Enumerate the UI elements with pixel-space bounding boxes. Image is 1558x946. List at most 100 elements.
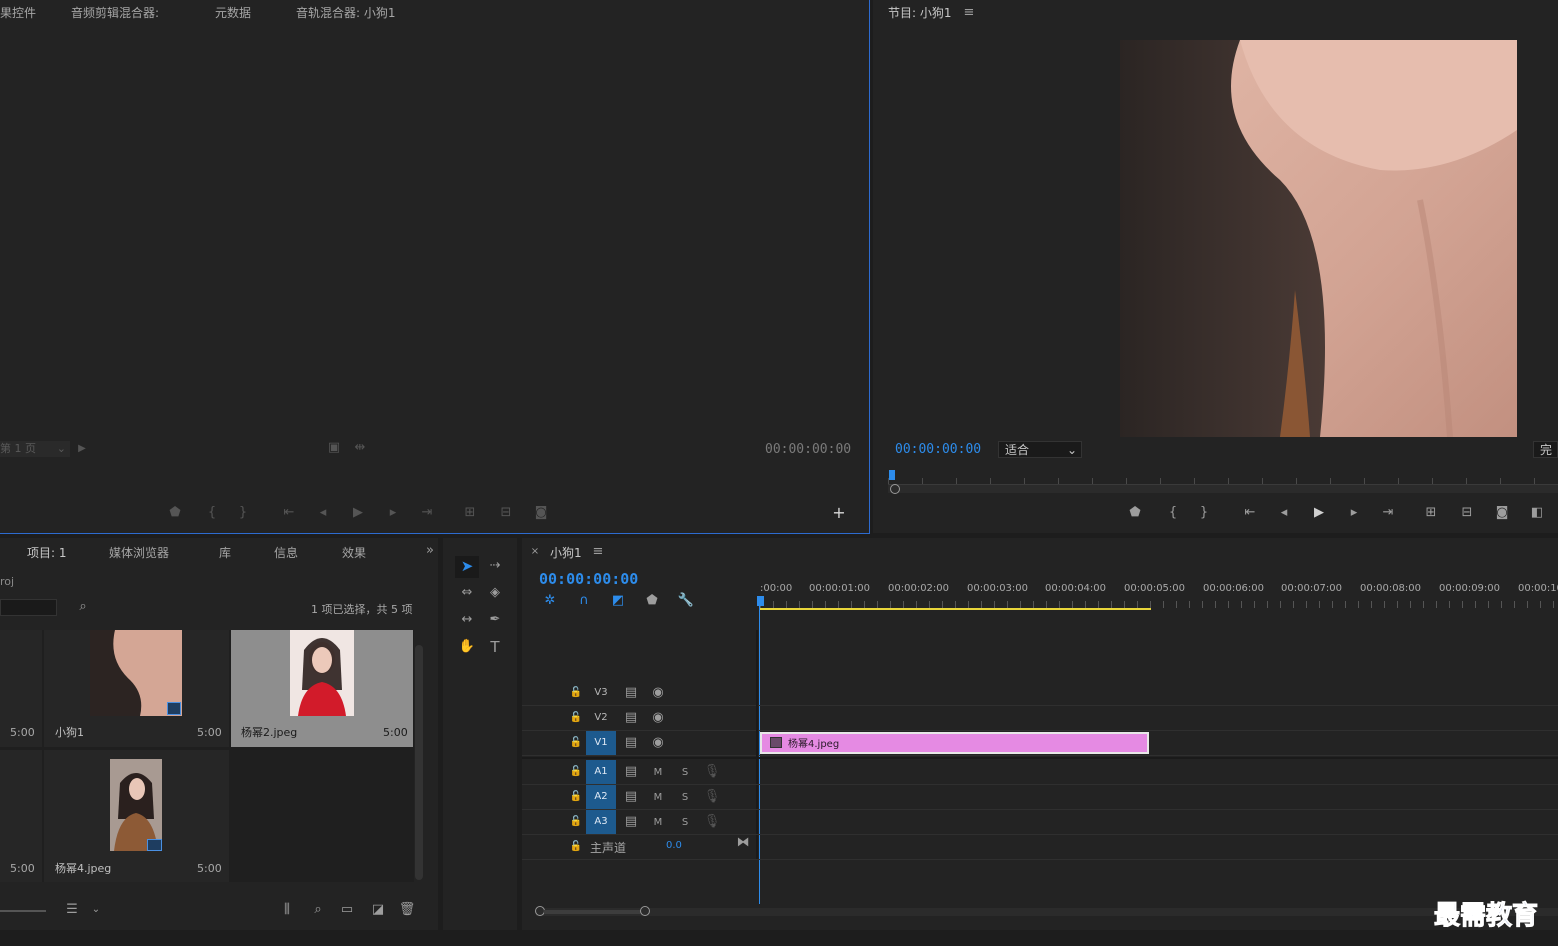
tab-effects[interactable]: 效果 [342,544,366,561]
program-monitor-title[interactable]: 节目: 小狗1 [888,4,952,21]
track-label-v1[interactable]: V1 [586,731,616,755]
sort-icon[interactable]: ☰ [63,903,81,919]
add-marker-icon[interactable]: ⬟ [643,594,661,610]
trash-icon[interactable]: 🗑 [398,903,416,919]
mute-button[interactable]: M [649,791,667,807]
lock-icon[interactable]: 🔓 [567,736,585,752]
go-to-out-icon[interactable]: ⇥ [1379,506,1397,522]
master-volume-value[interactable]: 0.0 [666,840,682,851]
project-search-input[interactable] [0,599,57,616]
tab-libraries[interactable]: 库 [219,544,231,561]
selection-tool-icon[interactable]: ➤ [458,559,476,575]
automate-to-sequence-icon[interactable]: ⫼ [278,903,296,919]
lock-icon[interactable]: 🔓 [567,765,585,781]
timeline-playhead-handle[interactable] [757,596,764,606]
go-to-in-icon[interactable]: ⇤ [1241,506,1259,522]
quality-dropdown[interactable]: 完整 [1533,441,1558,458]
new-bin-icon[interactable]: ▭ [338,903,356,919]
panel-menu-icon[interactable]: ≡ [589,545,607,561]
tab-audio-track-mixer[interactable]: 音轨混合器: 小狗1 [296,4,396,21]
play-icon[interactable]: ▶ [349,506,367,522]
type-tool-icon[interactable]: T [486,640,504,656]
work-area-bar[interactable] [760,608,1151,610]
chevron-down-icon[interactable]: ⌄ [87,903,105,919]
search-bin-icon[interactable]: ⌕ [74,600,92,616]
list-item[interactable]: 杨幂4.jpeg 5:00 [44,750,229,882]
tab-audio-clip-mixer[interactable]: 音频剪辑混合器: [71,4,159,21]
track-label-v2[interactable]: V2 [586,706,616,730]
sync-lock-icon[interactable]: ▤ [622,736,640,752]
export-frame-icon[interactable]: ▣ [325,441,343,457]
zoom-slider[interactable] [0,910,46,912]
mute-button[interactable]: M [649,816,667,832]
mark-out-icon[interactable]: } [234,506,252,522]
extract-icon[interactable]: ⊟ [1458,506,1476,522]
lift-icon[interactable]: ⊞ [1422,506,1440,522]
sync-lock-icon[interactable]: ▤ [622,790,640,806]
add-button-icon[interactable]: + [830,505,848,522]
tab-project[interactable]: 项目: 1 [27,544,67,561]
timeline-timecode[interactable]: 00:00:00:00 [539,570,638,588]
zoom-fit-icon[interactable]: ⇹ [351,441,369,457]
track-label-a1[interactable]: A1 [586,760,616,784]
mark-out-icon[interactable]: } [1195,506,1213,522]
project-scrollbar[interactable] [415,645,423,880]
program-playhead[interactable] [889,470,895,480]
track-select-tool-icon[interactable]: ⇢ [486,559,504,575]
video-clip[interactable]: 杨幂4.jpeg [760,732,1149,754]
track-label-a3[interactable]: A3 [586,810,616,834]
solo-button[interactable]: S [676,766,694,782]
tab-info[interactable]: 信息 [274,544,298,561]
play-icon[interactable]: ▶ [1310,506,1328,522]
tab-media-browser[interactable]: 媒体浏览器 [109,544,169,561]
ripple-edit-tool-icon[interactable]: ⇔ [458,586,476,602]
microphone-icon[interactable]: 🎙 [703,790,721,806]
page-select-dropdown[interactable]: 第 1 页 ⌄ [0,441,70,457]
close-icon[interactable]: × [526,545,544,561]
razor-tool-icon[interactable]: ◈ [486,586,504,602]
snap-icon[interactable]: ∩ [575,594,593,610]
mark-in-icon[interactable]: { [203,506,221,522]
sync-lock-icon[interactable]: ▤ [622,815,640,831]
list-item[interactable]: 5:00 [0,630,42,747]
eye-icon[interactable]: ◉ [649,686,667,702]
lock-icon[interactable]: 🔓 [567,815,585,831]
go-to-end-icon[interactable]: ⧓ [734,836,752,852]
solo-button[interactable]: S [676,816,694,832]
lock-icon[interactable]: 🔓 [567,711,585,727]
list-item[interactable]: 5:00 [0,750,42,882]
panel-menu-icon[interactable]: ≡ [960,6,978,22]
sync-lock-icon[interactable]: ▤ [622,711,640,727]
solo-button[interactable]: S [676,791,694,807]
tab-metadata[interactable]: 元数据 [215,4,251,21]
wrench-icon[interactable]: 🔧 [677,594,695,610]
step-back-icon[interactable]: ◂ [314,506,332,522]
fit-dropdown[interactable]: 适合 ⌄ [998,441,1082,458]
compare-view-icon[interactable]: ◧ [1528,506,1546,522]
nest-icon[interactable]: ✲ [541,594,559,610]
track-label-a2[interactable]: A2 [586,785,616,809]
hand-tool-icon[interactable]: ✋ [458,640,476,656]
overwrite-icon[interactable]: ⊟ [497,506,515,522]
marker-icon[interactable]: ⬟ [1126,506,1144,522]
chevron-double-right-icon[interactable]: » [421,544,439,560]
step-back-icon[interactable]: ◂ [1275,506,1293,522]
camera-icon[interactable]: ◙ [1493,506,1511,522]
find-icon[interactable]: ⌕ [309,903,327,919]
program-timecode[interactable]: 00:00:00:00 [895,442,981,457]
sync-lock-icon[interactable]: ▤ [622,765,640,781]
insert-icon[interactable]: ⊞ [461,506,479,522]
new-item-icon[interactable]: ◪ [369,903,387,919]
zoom-handle[interactable] [890,484,900,494]
lock-icon[interactable]: 🔓 [567,686,585,702]
track-label-v3[interactable]: V3 [586,681,616,705]
go-to-out-icon[interactable]: ⇥ [418,506,436,522]
eye-icon[interactable]: ◉ [649,711,667,727]
linked-selection-icon[interactable]: ◩ [609,594,627,610]
step-forward-icon[interactable]: ▸ [384,506,402,522]
microphone-icon[interactable]: 🎙 [703,765,721,781]
sync-lock-icon[interactable]: ▤ [622,686,640,702]
step-forward-icon[interactable]: ▸ [1345,506,1363,522]
scroll-thumb[interactable] [544,910,640,914]
go-to-in-icon[interactable]: ⇤ [280,506,298,522]
